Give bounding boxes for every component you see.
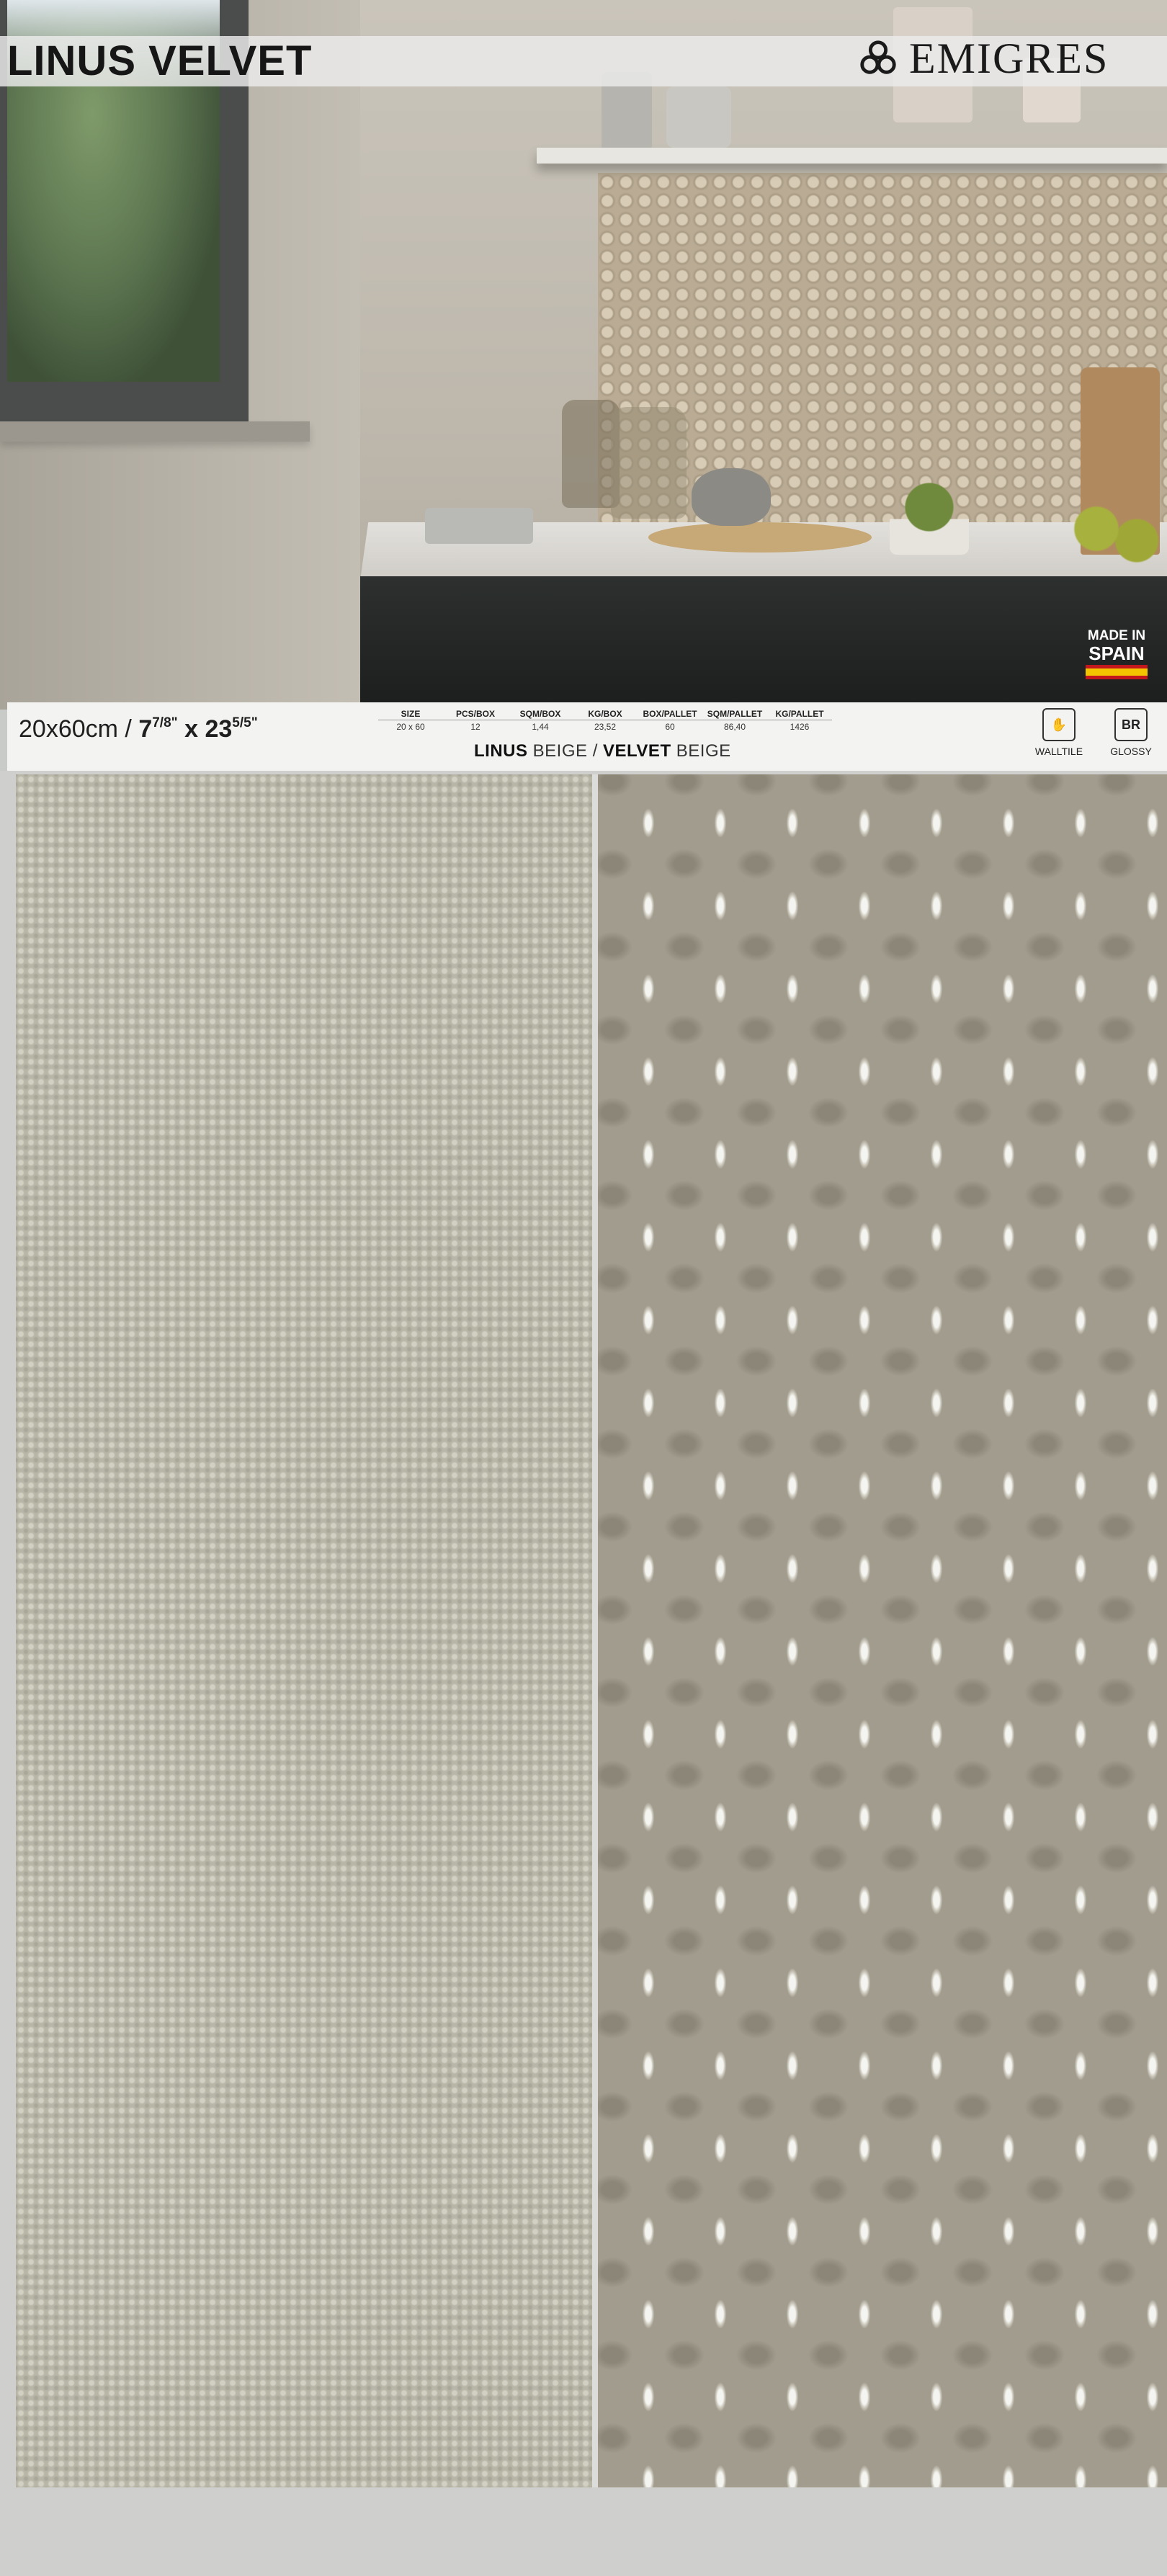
series-linus: LINUS: [474, 741, 528, 761]
spain-flag-icon: [1086, 665, 1148, 679]
fruit-bowl: [1066, 497, 1167, 576]
glass-jar-large: [611, 407, 687, 519]
spec-value: 20 x 60: [396, 722, 425, 732]
linus-beige-tile-sample: [16, 774, 594, 2487]
product-title: LINUS VELVET: [7, 37, 313, 84]
brand-name: EMIGRES: [909, 34, 1109, 82]
size-label: 20x60cm / 77/8" x 235/5": [19, 715, 258, 743]
spec-col-header: SQM/BOX: [508, 708, 573, 720]
size-metric: 20x60cm /: [19, 715, 139, 743]
spec-value: 12: [470, 722, 480, 732]
series-linus-color: BEIGE /: [527, 741, 604, 761]
shelf-pot: [666, 86, 731, 148]
br-icon: BR: [1114, 708, 1148, 741]
kitchen-photo: MADE IN SPAIN: [0, 0, 1167, 710]
potted-plant: [890, 475, 969, 555]
hand-icon: ✋: [1042, 708, 1076, 741]
spec-col-header: PCS/BOX: [443, 708, 508, 720]
ceramic-pot: [692, 468, 771, 526]
glossy-label: GLOSSY: [1110, 746, 1152, 757]
size-inch-x: x: [177, 715, 205, 743]
walltile-indicator: ✋ WALLTILE: [1030, 708, 1088, 757]
folded-towel: [425, 508, 533, 544]
cabinet-front: [360, 576, 1167, 710]
spec-value: 86,40: [723, 722, 746, 732]
spec-value: 60: [665, 722, 675, 732]
spec-value: 23,52: [594, 722, 617, 732]
brand-triskelion-icon: [860, 40, 896, 74]
series-velvet: VELVET: [603, 741, 671, 761]
spec-value: 1,44: [532, 722, 549, 732]
spec-value-row: 20 x 60 12 1,44 23,52 60 86,40 1426: [378, 720, 832, 734]
glossy-indicator: BR GLOSSY: [1102, 708, 1160, 757]
spec-col-header: BOX/PALLET: [638, 708, 702, 720]
spec-col-header: KG/BOX: [573, 708, 638, 720]
country-label: SPAIN: [1088, 643, 1145, 664]
spec-strip: 20x60cm / 77/8" x 235/5" SIZE PCS/BOX SQ…: [7, 702, 1167, 772]
size-inch-sup-2: 5/5": [232, 715, 258, 730]
tile-gap: [592, 774, 598, 2487]
spec-value: 1426: [790, 722, 810, 732]
brand-logo-block: EMIGRES: [857, 32, 1109, 84]
wall-shelf: [537, 148, 1167, 164]
velvet-beige-tile-sample: [598, 774, 1167, 2487]
size-inch-main-2: 23: [205, 715, 233, 743]
spec-header-row: SIZE PCS/BOX SQM/BOX KG/BOX BOX/PALLET S…: [378, 708, 832, 720]
spec-col-header: SIZE: [378, 708, 443, 720]
wooden-tray: [648, 522, 872, 553]
spec-col-header: SQM/PALLET: [702, 708, 767, 720]
made-in-label: MADE IN: [1087, 628, 1146, 643]
series-names: LINUS BEIGE / VELVET BEIGE: [474, 741, 731, 761]
window-sill: [0, 421, 310, 442]
made-in-spain-badge: MADE IN SPAIN: [1084, 628, 1149, 679]
series-velvet-color: BEIGE: [671, 741, 731, 761]
spec-col-header: KG/PALLET: [767, 708, 832, 720]
packing-spec-table: SIZE PCS/BOX SQM/BOX KG/BOX BOX/PALLET S…: [378, 708, 832, 733]
size-inch-sup-1: 7/8": [152, 715, 178, 730]
size-inch-main-1: 7: [138, 715, 153, 743]
walltile-label: WALLTILE: [1034, 746, 1083, 757]
